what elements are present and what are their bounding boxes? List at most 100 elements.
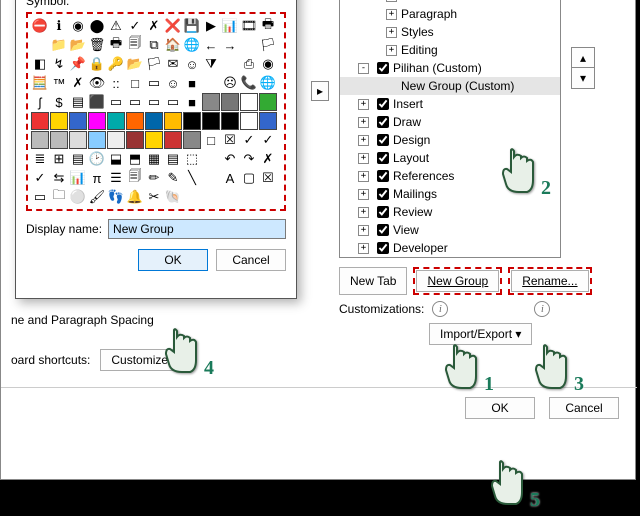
symbol-cell[interactable] [202, 74, 220, 92]
symbol-cell[interactable]: 🏠 [164, 36, 182, 54]
symbol-cell[interactable]: ↷ [240, 150, 258, 168]
symbol-swatch[interactable] [50, 131, 68, 149]
symbol-cell[interactable]: ⬛ [88, 93, 106, 111]
symbol-cell[interactable]: ⛔ [31, 17, 49, 35]
rename-cancel-button[interactable]: Cancel [216, 249, 286, 271]
symbol-cell[interactable]: ▭ [164, 93, 182, 111]
symbol-swatch[interactable] [69, 131, 87, 149]
symbol-cell[interactable]: ☒ [221, 131, 239, 149]
symbol-swatch[interactable] [202, 112, 220, 130]
tree-checkbox[interactable] [377, 98, 389, 110]
symbol-swatch[interactable] [31, 112, 49, 130]
symbol-cell[interactable]: ʃ [31, 93, 49, 111]
symbol-cell[interactable]: ☒ [259, 169, 277, 187]
symbol-cell[interactable]: ╲ [183, 169, 201, 187]
symbol-cell[interactable]: 📁 [50, 36, 68, 54]
tree-checkbox[interactable] [377, 224, 389, 236]
symbol-swatch[interactable] [240, 93, 258, 111]
symbol-cell[interactable]: 🗐 [126, 169, 144, 187]
tree-row[interactable]: +View [340, 221, 560, 239]
display-name-input[interactable] [108, 219, 286, 239]
symbol-cell[interactable]: ■ [183, 74, 201, 92]
symbol-cell[interactable] [31, 36, 49, 54]
symbol-cell[interactable]: 📊 [69, 169, 87, 187]
tree-row[interactable]: +Mailings [340, 185, 560, 203]
expand-icon[interactable]: + [386, 27, 397, 38]
symbol-cell[interactable]: 🖌 [88, 188, 106, 206]
symbol-cell[interactable]: 🔒 [88, 55, 106, 73]
symbol-cell[interactable]: ↯ [50, 55, 68, 73]
expand-icon[interactable]: + [358, 117, 369, 128]
symbol-cell[interactable]: ◉ [259, 55, 277, 73]
new-group-button[interactable]: New Group [416, 270, 499, 292]
expand-icon[interactable]: + [386, 0, 397, 2]
expand-icon[interactable]: + [358, 153, 369, 164]
tree-row[interactable]: +Insert [340, 95, 560, 113]
import-export-button[interactable]: Import/Export ▾ [429, 323, 532, 345]
symbol-swatch[interactable] [202, 93, 220, 111]
symbol-swatch[interactable] [126, 112, 144, 130]
symbol-cell[interactable]: ⬚ [183, 150, 201, 168]
tree-checkbox[interactable] [377, 188, 389, 200]
symbol-cell[interactable]: ☰ [107, 169, 125, 187]
tree-checkbox[interactable] [377, 134, 389, 146]
symbol-swatch[interactable] [164, 112, 182, 130]
symbol-cell[interactable]: ⬓ [107, 150, 125, 168]
symbol-cell[interactable]: 🏳 [259, 36, 277, 54]
tree-row[interactable]: +Draw [340, 113, 560, 131]
customize-ribbon-tree[interactable]: -Home+Clipboard+Font+Paragraph+Styles+Ed… [339, 0, 561, 258]
symbol-cell[interactable] [183, 188, 201, 206]
symbol-cell[interactable]: 💾 [183, 17, 201, 35]
tree-checkbox[interactable] [377, 116, 389, 128]
symbol-cell[interactable]: 🐚 [164, 188, 182, 206]
symbol-swatch[interactable] [221, 93, 239, 111]
symbol-cell[interactable] [202, 150, 220, 168]
symbol-cell[interactable]: 📂 [69, 36, 87, 54]
tree-checkbox[interactable] [377, 62, 389, 74]
symbol-cell[interactable]: ✓ [126, 17, 144, 35]
symbol-cell[interactable]: 🔑 [107, 55, 125, 73]
symbol-cell[interactable]: ▤ [69, 93, 87, 111]
symbol-cell[interactable]: A [221, 169, 239, 187]
symbol-swatch[interactable] [183, 131, 201, 149]
main-cancel-button[interactable]: Cancel [549, 397, 619, 419]
symbol-cell[interactable]: ⧉ [145, 36, 163, 54]
symbol-swatch[interactable] [88, 131, 106, 149]
tree-checkbox[interactable] [377, 242, 389, 254]
symbol-swatch[interactable] [126, 131, 144, 149]
main-ok-button[interactable]: OK [465, 397, 535, 419]
tree-row[interactable]: -Pilihan (Custom) [340, 59, 560, 77]
expand-icon[interactable]: + [386, 9, 397, 20]
symbol-cell[interactable]: 🌐 [183, 36, 201, 54]
symbol-cell[interactable]: ✗ [259, 150, 277, 168]
symbol-cell[interactable]: 📌 [69, 55, 87, 73]
symbol-cell[interactable]: 🗑 [88, 36, 106, 54]
symbol-swatch[interactable] [259, 112, 277, 130]
symbol-cell[interactable]: → [221, 36, 239, 54]
symbol-cell[interactable]: $ [50, 93, 68, 111]
tree-row[interactable]: +Developer [340, 239, 560, 257]
tree-row[interactable]: New Group (Custom) [340, 77, 560, 95]
symbol-cell[interactable] [240, 36, 258, 54]
symbol-cell[interactable]: ▭ [145, 74, 163, 92]
symbol-cell[interactable]: ™ [50, 74, 68, 92]
tree-row[interactable]: +Review [340, 203, 560, 221]
symbol-cell[interactable]: ℹ [50, 17, 68, 35]
symbol-cell[interactable]: ■ [183, 93, 201, 111]
symbol-swatch[interactable] [107, 131, 125, 149]
symbol-cell[interactable]: 🏳 [145, 55, 163, 73]
symbol-cell[interactable]: ✓ [240, 131, 258, 149]
symbol-swatch[interactable] [259, 93, 277, 111]
expand-icon[interactable]: + [386, 45, 397, 56]
symbol-cell[interactable]: 👣 [107, 188, 125, 206]
symbol-cell[interactable]: ☺ [183, 55, 201, 73]
symbol-cell[interactable] [221, 55, 239, 73]
symbol-cell[interactable]: ☺ [164, 74, 182, 92]
rename-ok-button[interactable]: OK [138, 249, 208, 271]
tree-row[interactable]: +References [340, 167, 560, 185]
expand-icon[interactable]: + [358, 99, 369, 110]
symbol-cell[interactable]: ▦ [145, 150, 163, 168]
symbol-cell[interactable]: ▢ [240, 169, 258, 187]
customize-shortcuts-button[interactable]: Customize... [100, 349, 189, 371]
symbol-cell[interactable]: ✂ [145, 188, 163, 206]
